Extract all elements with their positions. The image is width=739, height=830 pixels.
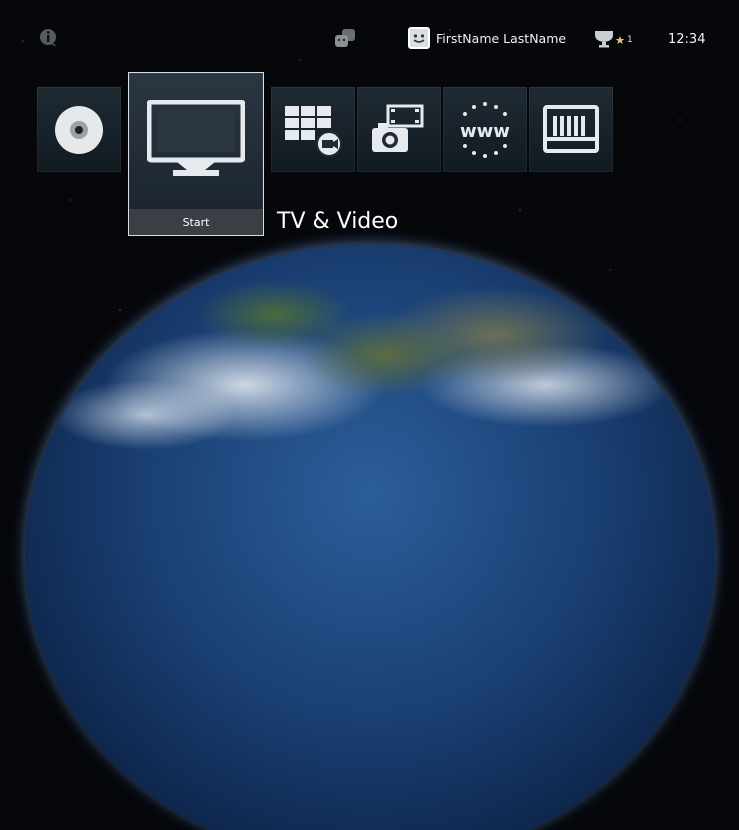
www-browser-icon: www bbox=[460, 101, 510, 158]
camera-icon bbox=[372, 104, 424, 152]
disc-icon bbox=[55, 105, 103, 154]
apps-grid-icon bbox=[285, 105, 342, 157]
svg-text:www: www bbox=[460, 121, 510, 142]
library-icon bbox=[543, 104, 599, 153]
avatar[interactable] bbox=[408, 27, 430, 49]
selected-content-title: TV & Video bbox=[277, 209, 399, 234]
trophy-count: 1 bbox=[627, 35, 633, 45]
info-bubble-icon[interactable] bbox=[38, 27, 60, 49]
trophy-icon[interactable] bbox=[593, 29, 627, 49]
status-bar: FirstName LastName 1 12:34 bbox=[0, 0, 739, 70]
clock: 12:34 bbox=[668, 32, 706, 47]
start-button[interactable]: Start bbox=[129, 209, 263, 235]
tile-library[interactable] bbox=[529, 87, 613, 172]
tv-icon bbox=[147, 100, 245, 176]
tile-internet-browser[interactable]: www bbox=[443, 87, 527, 172]
user-name[interactable]: FirstName LastName bbox=[436, 31, 566, 46]
tile-disc[interactable] bbox=[37, 87, 121, 172]
tile-capture-gallery[interactable] bbox=[357, 87, 441, 172]
earth-background bbox=[25, 245, 715, 830]
tile-tv-video[interactable]: Start bbox=[128, 72, 264, 236]
start-label: Start bbox=[182, 215, 210, 229]
tile-apps[interactable] bbox=[271, 87, 355, 172]
friends-icon[interactable] bbox=[333, 27, 357, 49]
